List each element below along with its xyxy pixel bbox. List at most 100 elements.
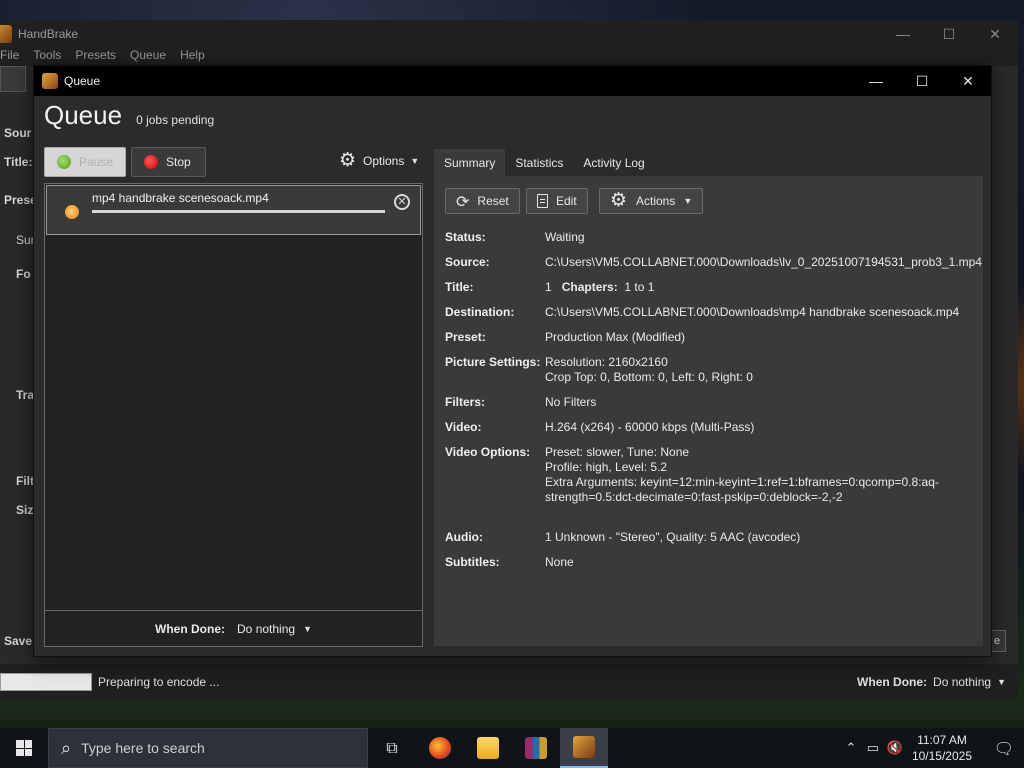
video-value: H.264 (x264) - 60000 kbps (Multi-Pass) <box>545 420 755 434</box>
title-value: 1 Chapters: 1 to 1 <box>545 280 655 294</box>
save-as-label: Save <box>4 634 33 648</box>
chevron-up-icon[interactable]: ⌃ <box>840 741 862 756</box>
open-source-icon[interactable] <box>0 66 26 92</box>
pause-button[interactable]: Pause <box>44 147 126 177</box>
edit-label: Edit <box>556 194 577 208</box>
jobs-pending: 0 jobs pending <box>136 113 215 127</box>
tab-summary-main[interactable]: Sur <box>16 233 35 247</box>
chevron-down-icon: ▼ <box>683 196 693 206</box>
tab-summary[interactable]: Summary <box>434 149 506 177</box>
audio-row: Audio: 1 Unknown - "Stereo", Quality: 5 … <box>445 530 965 545</box>
list-item[interactable]: mp4 handbrake scenesoack.mp4 ✕ <box>46 185 421 235</box>
title-row: Title: 1 Chapters: 1 to 1 <box>445 280 965 295</box>
main-window-title: HandBrake <box>18 27 79 41</box>
when-done-dropdown[interactable]: Do nothing ▼ <box>237 622 312 636</box>
search-icon: ⌕ <box>61 737 72 759</box>
clock[interactable]: 11:07 AM 10/15/2025 <box>912 732 972 764</box>
minimize-icon[interactable]: — <box>853 66 899 96</box>
stop-label: Stop <box>166 155 191 169</box>
maximize-icon[interactable]: ☐ <box>899 66 945 96</box>
system-tray: ⌃ ▭ 🔇 11:07 AM 10/15/2025 🗨 <box>840 728 1024 768</box>
actions-label: Actions <box>636 194 676 208</box>
when-done-label: When Done: <box>155 621 226 636</box>
volume-muted-icon[interactable]: 🔇 <box>884 741 906 756</box>
size-label: Siz <box>16 503 34 517</box>
queue-when-done: When Done: Do nothing ▼ <box>45 610 422 646</box>
video-options-value: Preset: slower, Tune: None Profile: high… <box>545 445 939 504</box>
filters-label: Filt <box>16 474 34 488</box>
windows-logo-icon <box>16 740 32 756</box>
winrar-icon[interactable] <box>512 728 560 768</box>
gear-icon <box>339 149 357 171</box>
tracks-label: Tra <box>16 388 35 402</box>
network-icon[interactable]: ▭ <box>862 741 884 756</box>
refresh-icon: ⟳ <box>456 191 470 211</box>
details-tabs: Summary Statistics Activity Log <box>434 149 655 177</box>
queue-item-name: mp4 handbrake scenesoack.mp4 <box>92 191 269 205</box>
tab-activity-log[interactable]: Activity Log <box>573 149 654 177</box>
preset-row: Preset: Production Max (Modified) <box>445 330 965 345</box>
subtitles-row: Subtitles: None <box>445 555 965 570</box>
actions-button[interactable]: Actions ▼ <box>599 188 704 214</box>
options-menu-button[interactable]: Options ▼ <box>339 149 420 171</box>
source-label: Sour <box>4 126 32 140</box>
minimize-icon[interactable]: — <box>880 20 926 48</box>
subtitles-value: None <box>545 555 574 569</box>
queue-titlebar: Queue — ☐ ✕ <box>34 66 991 96</box>
chevron-down-icon: ▼ <box>997 677 1006 687</box>
clock-date: 10/15/2025 <box>911 749 972 763</box>
menu-presets[interactable]: Presets <box>75 48 116 66</box>
maximize-icon[interactable]: ☐ <box>926 20 972 48</box>
format-label: Fo <box>16 267 31 281</box>
start-button[interactable] <box>0 728 48 768</box>
remove-item-icon[interactable]: ✕ <box>394 194 410 210</box>
queue-item-progress <box>92 210 385 213</box>
video-options-row: Video Options: Preset: slower, Tune: Non… <box>445 445 965 505</box>
menu-file[interactable]: File <box>0 48 19 66</box>
chevron-down-icon: ▼ <box>410 156 420 166</box>
main-when-done[interactable]: When Done: Do nothing ▼ <box>857 675 1006 689</box>
source-row: Source: C:\Users\VM5.COLLABNET.000\Downl… <box>445 255 982 269</box>
handbrake-app-icon <box>42 73 58 89</box>
filters-row: Filters: No Filters <box>445 395 965 410</box>
menu-queue[interactable]: Queue <box>130 48 166 66</box>
main-when-done-value[interactable]: Do nothing <box>933 675 991 689</box>
close-icon[interactable]: ✕ <box>945 66 991 96</box>
queue-list: mp4 handbrake scenesoack.mp4 ✕ When Done… <box>44 183 423 647</box>
status-text: Preparing to encode ... <box>98 675 220 689</box>
encode-progress-bar <box>0 673 92 691</box>
options-label: Options <box>363 154 405 168</box>
main-when-done-label: When Done: <box>857 675 928 689</box>
edit-button[interactable]: Edit <box>526 188 588 214</box>
task-view-icon[interactable]: ⧉ <box>368 728 416 768</box>
taskbar-search[interactable]: ⌕ Type here to search <box>48 728 368 768</box>
close-icon[interactable]: ✕ <box>972 20 1018 48</box>
audio-value: 1 Unknown - "Stereo", Quality: 5 AAC (av… <box>545 530 801 544</box>
waiting-status-icon <box>65 205 79 219</box>
search-placeholder: Type here to search <box>81 740 205 756</box>
picture-settings-value: Resolution: 2160x2160 Crop Top: 0, Botto… <box>545 355 753 384</box>
file-explorer-icon[interactable] <box>464 728 512 768</box>
video-row: Video: H.264 (x264) - 60000 kbps (Multi-… <box>445 420 965 435</box>
stop-button[interactable]: Stop <box>131 147 206 177</box>
destination-value: C:\Users\VM5.COLLABNET.000\Downloads\mp4… <box>545 305 960 319</box>
tab-statistics[interactable]: Statistics <box>505 149 573 177</box>
menu-tools[interactable]: Tools <box>33 48 61 66</box>
stop-icon <box>144 155 158 169</box>
preset-value: Production Max (Modified) <box>545 330 686 344</box>
handbrake-app-icon <box>0 25 12 43</box>
notification-icon[interactable]: 🗨 <box>984 728 1024 768</box>
pause-icon <box>57 155 71 169</box>
taskbar: ⌕ Type here to search ⧉ ⌃ ▭ 🔇 11:07 AM 1… <box>0 728 1024 768</box>
queue-window-title: Queue <box>64 74 101 88</box>
status-row: Status: Waiting <box>445 230 965 245</box>
main-menubar: File Tools Presets Queue Help <box>0 48 1018 66</box>
summary-panel: ⟳ Reset Edit Actions ▼ Status: Waiting S… <box>434 176 983 646</box>
queue-window: Queue — ☐ ✕ Queue 0 jobs pending Pause S… <box>33 65 992 657</box>
firefox-icon[interactable] <box>416 728 464 768</box>
destination-row: Destination: C:\Users\VM5.COLLABNET.000\… <box>445 305 965 320</box>
handbrake-taskbar-icon[interactable] <box>560 728 608 768</box>
reset-button[interactable]: ⟳ Reset <box>445 188 520 214</box>
menu-help[interactable]: Help <box>180 48 205 66</box>
pause-label: Pause <box>78 155 113 169</box>
